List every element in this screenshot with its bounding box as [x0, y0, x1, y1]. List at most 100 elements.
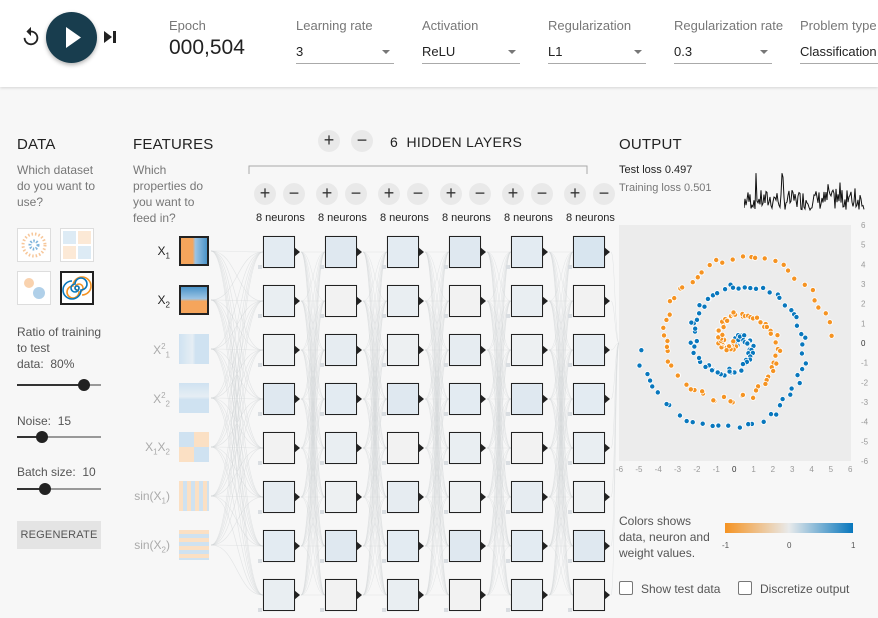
neuron-node[interactable] [506, 285, 548, 318]
neuron-node[interactable] [444, 481, 486, 514]
add-neuron-button[interactable]: + [254, 183, 276, 205]
dataset-spiral[interactable] [60, 271, 94, 305]
neuron-node[interactable] [258, 530, 300, 563]
learning-rate-select[interactable]: 3 [296, 38, 394, 64]
neuron-node[interactable] [568, 432, 610, 465]
remove-neuron-button[interactable]: − [593, 183, 615, 205]
neuron-node[interactable] [506, 432, 548, 465]
neuron-node[interactable] [444, 334, 486, 367]
neuron-node[interactable] [444, 432, 486, 465]
neuron-node[interactable] [506, 530, 548, 563]
weight-link [424, 300, 450, 351]
neuron-node[interactable] [568, 579, 610, 612]
add-neuron-button[interactable]: + [502, 183, 524, 205]
neuron-node[interactable] [568, 334, 610, 367]
spiral-dataset-icon [62, 276, 92, 300]
activation-select[interactable]: ReLU [422, 38, 520, 64]
neuron-node[interactable] [382, 236, 424, 269]
neuron-node[interactable] [382, 285, 424, 318]
regenerate-button[interactable]: REGENERATE [17, 521, 101, 549]
neuron-node[interactable] [258, 334, 300, 367]
slider-thumb[interactable] [38, 483, 51, 495]
neuron-node[interactable] [258, 236, 300, 269]
features-question: Which properties do you want to feed in? [133, 162, 223, 226]
regularization-rate-select[interactable]: 0.3 [674, 38, 772, 64]
neuron-node[interactable] [444, 530, 486, 563]
neuron-node[interactable] [320, 334, 362, 367]
feature-toggle[interactable] [179, 481, 209, 511]
regularization-select[interactable]: L1 [548, 38, 646, 64]
neuron-node[interactable] [320, 383, 362, 416]
show-test-data-label[interactable]: Show test data [641, 582, 720, 596]
add-neuron-button[interactable]: + [564, 183, 586, 205]
neuron-node[interactable] [258, 481, 300, 514]
remove-layer-button[interactable]: − [351, 130, 373, 152]
feature-toggle[interactable] [179, 432, 209, 462]
neuron-node[interactable] [320, 285, 362, 318]
neuron-node[interactable] [382, 432, 424, 465]
neuron-node[interactable] [382, 530, 424, 563]
slider-fill [17, 384, 85, 386]
feature-toggle[interactable] [179, 383, 209, 413]
neuron-node[interactable] [444, 285, 486, 318]
neuron-node[interactable] [320, 432, 362, 465]
neuron-node[interactable] [320, 579, 362, 612]
neuron-node[interactable] [506, 579, 548, 612]
neuron-node[interactable] [568, 530, 610, 563]
neuron-node[interactable] [382, 334, 424, 367]
neuron-node[interactable] [444, 579, 486, 612]
neuron-output-arrow-icon [356, 541, 362, 551]
dataset-gaussian[interactable] [17, 271, 51, 305]
neuron-node[interactable] [568, 383, 610, 416]
show-test-data-checkbox[interactable] [619, 581, 633, 595]
noise-slider[interactable] [17, 430, 101, 444]
neuron-node[interactable] [382, 481, 424, 514]
remove-neuron-button[interactable]: − [283, 183, 305, 205]
batch-slider[interactable] [17, 482, 101, 496]
add-neuron-button[interactable]: + [440, 183, 462, 205]
dataset-circle[interactable] [17, 228, 51, 262]
remove-neuron-button[interactable]: − [345, 183, 367, 205]
reset-icon[interactable] [20, 26, 42, 48]
remove-neuron-button[interactable]: − [469, 183, 491, 205]
neuron-node[interactable] [568, 285, 610, 318]
add-layer-button[interactable]: + [318, 130, 340, 152]
neuron-node[interactable] [444, 236, 486, 269]
neuron-node[interactable] [506, 334, 548, 367]
neuron-node[interactable] [568, 236, 610, 269]
add-neuron-button[interactable]: + [378, 183, 400, 205]
ratio-slider[interactable] [17, 378, 101, 392]
feature-toggle[interactable] [179, 334, 209, 364]
neuron-node[interactable] [320, 236, 362, 269]
feature-toggle[interactable] [179, 285, 209, 315]
neuron-node[interactable] [258, 285, 300, 318]
neuron-node[interactable] [444, 383, 486, 416]
neuron-node[interactable] [320, 481, 362, 514]
neuron-node[interactable] [258, 383, 300, 416]
neuron-node[interactable] [320, 530, 362, 563]
neuron-node[interactable] [568, 481, 610, 514]
play-button[interactable] [46, 12, 97, 63]
neuron-node[interactable] [506, 383, 548, 416]
neuron-node[interactable] [382, 579, 424, 612]
discretize-output-checkbox[interactable] [738, 581, 752, 595]
neuron-node[interactable] [506, 481, 548, 514]
remove-neuron-button[interactable]: − [531, 183, 553, 205]
neuron-node[interactable] [258, 432, 300, 465]
slider-thumb[interactable] [78, 379, 91, 391]
dataset-xor[interactable] [60, 228, 94, 262]
remove-neuron-button[interactable]: − [407, 183, 429, 205]
discretize-output-label[interactable]: Discretize output [760, 582, 849, 596]
problem-type-select[interactable]: Classification [800, 38, 878, 64]
neuron-node[interactable] [506, 236, 548, 269]
neuron-node[interactable] [258, 579, 300, 612]
feature-toggle[interactable] [179, 236, 209, 266]
step-forward-icon[interactable] [101, 28, 119, 46]
neuron-node[interactable] [382, 383, 424, 416]
weight-link [300, 300, 326, 498]
feature-toggle[interactable] [179, 530, 209, 560]
noise-text: Noise: 15 [17, 413, 71, 429]
weight-link [424, 545, 450, 596]
slider-thumb[interactable] [36, 431, 49, 443]
add-neuron-button[interactable]: + [316, 183, 338, 205]
